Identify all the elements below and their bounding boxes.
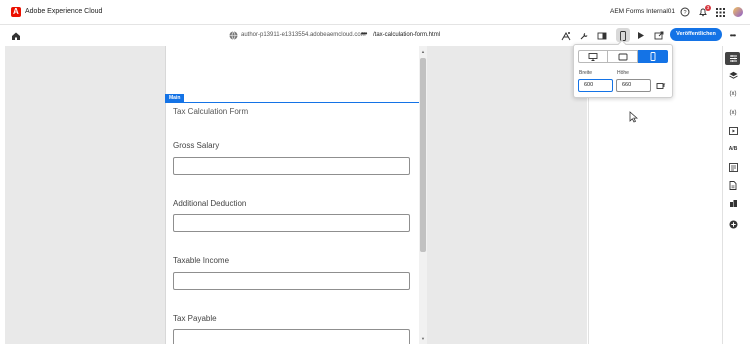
- home-icon[interactable]: [9, 29, 22, 42]
- app-title[interactable]: Adobe Experience Cloud: [25, 7, 102, 17]
- ab-test-icon[interactable]: A/B: [728, 144, 738, 154]
- form-preview-frame: [165, 46, 419, 344]
- open-in-new-icon[interactable]: [652, 29, 665, 42]
- width-label: Breite: [579, 70, 593, 76]
- height-label: Höhe: [617, 70, 629, 76]
- variables-icon[interactable]: (x): [728, 89, 738, 99]
- avatar[interactable]: [733, 7, 743, 17]
- function-variables-icon[interactable]: (x): [728, 108, 738, 118]
- height-input[interactable]: 660: [616, 79, 651, 92]
- gross-salary-input[interactable]: [173, 157, 410, 175]
- scrollbar-thumb[interactable]: [420, 58, 426, 252]
- apps-grid-icon[interactable]: [714, 6, 726, 18]
- org-switcher[interactable]: AEM Forms Internal01: [610, 7, 675, 17]
- split-view-icon[interactable]: [595, 29, 608, 42]
- add-icon[interactable]: [728, 219, 738, 229]
- adobe-logo-icon[interactable]: A: [11, 7, 21, 17]
- site-url[interactable]: author-p13911-e1313554.adobeaemcloud.com: [241, 30, 366, 40]
- publish-button[interactable]: Veröffentlichen: [670, 28, 722, 41]
- document-icon[interactable]: [728, 180, 738, 190]
- desktop-device-option[interactable]: [578, 50, 608, 63]
- rotate-device-icon[interactable]: [656, 81, 666, 91]
- globe-icon: [227, 29, 240, 42]
- overflow-menu-button[interactable]: •••: [726, 29, 739, 42]
- gross-salary-label: Gross Salary: [173, 141, 220, 150]
- taxable-income-label: Taxable Income: [173, 256, 230, 265]
- tablet-device-option[interactable]: [608, 50, 638, 63]
- layers-icon[interactable]: [728, 70, 738, 80]
- media-icon[interactable]: [728, 126, 738, 136]
- notification-badge: 3: [705, 5, 711, 11]
- scroll-down-arrow-icon[interactable]: ▼: [420, 336, 426, 342]
- mouse-cursor-icon: [629, 110, 639, 123]
- page-path[interactable]: /tax-calculation-form.html: [373, 30, 440, 40]
- form-data-icon[interactable]: [728, 162, 738, 172]
- shell-bar: A Adobe Experience Cloud AEM Forms Inter…: [0, 0, 750, 25]
- component-tag-main[interactable]: Main: [165, 94, 185, 102]
- assets-icon[interactable]: [728, 198, 738, 208]
- tax-payable-input[interactable]: [173, 329, 410, 344]
- editor-header: author-p13911-e1313554.adobeaemcloud.com…: [0, 25, 750, 46]
- properties-icon[interactable]: [728, 53, 738, 63]
- form-title[interactable]: Tax Calculation Form: [173, 107, 248, 117]
- additional-deduction-label: Additional Deduction: [173, 199, 247, 208]
- scroll-up-arrow-icon[interactable]: ▲: [420, 49, 426, 55]
- form-rules-icon[interactable]: [559, 29, 572, 42]
- additional-deduction-input[interactable]: [173, 214, 410, 232]
- more-options-button[interactable]: •••: [361, 29, 367, 39]
- width-input[interactable]: 600: [578, 79, 613, 92]
- tax-payable-label: Tax Payable: [173, 314, 217, 323]
- svg-text:?: ?: [683, 10, 686, 16]
- taxable-income-input[interactable]: [173, 272, 410, 290]
- wrench-icon[interactable]: [577, 29, 590, 42]
- play-icon[interactable]: [634, 29, 647, 42]
- help-icon[interactable]: ?: [679, 6, 691, 18]
- mobile-device-option[interactable]: [638, 50, 668, 63]
- selection-outline: [165, 102, 419, 103]
